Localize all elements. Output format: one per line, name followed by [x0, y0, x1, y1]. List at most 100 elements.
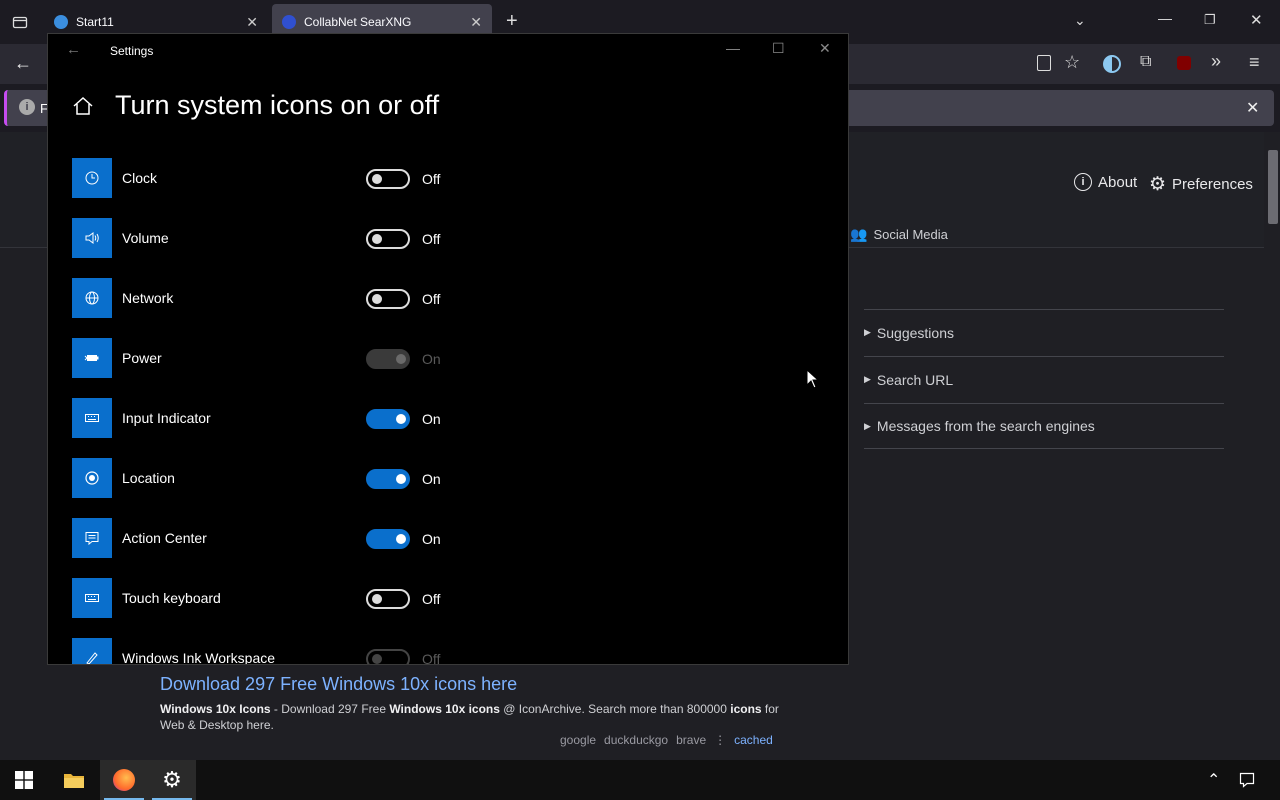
close-notification-icon[interactable]: ✕: [1246, 98, 1259, 118]
volume-toggle[interactable]: [366, 229, 410, 249]
result-title-link[interactable]: Download 297 Free Windows 10x icons here: [160, 674, 517, 695]
firefox-icon: [113, 769, 135, 791]
triangle-right-icon: ▶: [864, 420, 871, 431]
scrollbar-thumb[interactable]: [1268, 150, 1278, 224]
battery-icon: [72, 338, 112, 378]
engine-separator: ⋮: [714, 733, 727, 747]
info-icon: i: [19, 99, 35, 115]
tab-label: Start11: [76, 15, 114, 29]
minimize-icon[interactable]: —: [1158, 10, 1172, 26]
people-icon: 👥: [850, 226, 868, 242]
setting-label: Volume: [122, 230, 169, 246]
preferences-label: Preferences: [1172, 176, 1253, 193]
chevron-up-icon[interactable]: ⌃: [1207, 770, 1220, 790]
setting-label: Network: [122, 290, 174, 306]
searxng-icon: [282, 15, 296, 29]
about-link[interactable]: i About: [1074, 173, 1137, 191]
new-tab-icon[interactable]: +: [506, 10, 518, 33]
setting-item-volume: Volume Off: [72, 218, 832, 258]
extensions-icon[interactable]: ⧉: [1140, 53, 1151, 71]
toggle-state: Off: [422, 231, 441, 247]
page-title: Turn system icons on or off: [115, 90, 440, 120]
page-scrollbar[interactable]: [1264, 132, 1280, 760]
gear-icon: ⚙: [162, 767, 182, 792]
start-button[interactable]: [0, 760, 48, 800]
taskbar-settings[interactable]: ⚙: [148, 760, 196, 800]
setting-label: Clock: [122, 170, 158, 186]
setting-label: Power: [122, 350, 162, 366]
maximize-icon[interactable]: ☐: [772, 40, 785, 57]
bookmark-star-icon[interactable]: ☆: [1064, 52, 1080, 73]
network-toggle[interactable]: [366, 289, 410, 309]
notification-center-icon[interactable]: [1239, 772, 1255, 788]
clock-icon: [72, 158, 112, 198]
windows-ink-toggle[interactable]: [366, 649, 410, 664]
reader-view-icon[interactable]: [1037, 55, 1051, 71]
mouse-cursor-icon: [806, 369, 820, 389]
close-tab-icon[interactable]: ✕: [246, 14, 258, 31]
taskbar-firefox[interactable]: [100, 760, 148, 800]
toggle-state: On: [422, 351, 441, 367]
about-label: About: [1098, 173, 1138, 191]
details-suggestions[interactable]: ▶ Suggestions: [864, 309, 1224, 355]
window-title: Settings: [110, 44, 154, 58]
toggle-state: On: [422, 411, 441, 427]
taskbar: ⚙ ⌃: [0, 760, 1280, 800]
setting-item-clock: Clock Off: [72, 158, 832, 198]
globe-icon: [72, 278, 112, 318]
social-media-label: Social Media: [873, 227, 948, 242]
toggle-state: Off: [422, 171, 441, 187]
back-arrow-icon[interactable]: ←: [66, 41, 81, 58]
action-center-toggle[interactable]: [366, 529, 410, 549]
engine-label: duckduckgo: [604, 733, 669, 747]
back-icon[interactable]: ←: [14, 53, 32, 74]
close-window-icon[interactable]: ✕: [819, 40, 831, 57]
ublock-icon[interactable]: [1177, 56, 1191, 70]
setting-label: Action Center: [122, 530, 207, 546]
close-tab-icon[interactable]: ✕: [470, 14, 482, 31]
toggle-state: On: [422, 471, 441, 487]
minimize-icon[interactable]: —: [726, 40, 740, 56]
menu-icon[interactable]: ≡: [1249, 52, 1260, 73]
settings-window: ← Settings — ☐ ✕ Turn system icons on or…: [47, 33, 849, 665]
dark-reader-icon[interactable]: [1103, 55, 1121, 73]
toggle-state: Off: [422, 651, 441, 664]
setting-label: Windows Ink Workspace: [122, 650, 276, 664]
toggle-state: On: [422, 531, 441, 547]
start11-icon: [54, 15, 68, 29]
setting-item-location: Location On: [72, 458, 832, 498]
details-label: Search URL: [876, 371, 954, 388]
clock-toggle[interactable]: [366, 169, 410, 189]
power-toggle[interactable]: [366, 349, 410, 369]
tab-list-icon[interactable]: [12, 14, 28, 30]
details-label: Messages from the search engines: [876, 418, 1095, 434]
details-messages[interactable]: ▶ Messages from the search engines: [864, 403, 1224, 449]
details-search-url[interactable]: ▶ Search URL: [864, 356, 1224, 402]
touch-keyboard-toggle[interactable]: [366, 589, 410, 609]
info-circle-icon: i: [1074, 173, 1092, 191]
engine-label: google: [560, 733, 597, 747]
chevron-down-icon[interactable]: ⌄: [1074, 12, 1086, 29]
setting-item-input-indicator: Input Indicator On: [72, 398, 832, 438]
volume-icon: [72, 218, 112, 258]
windows-logo-icon: [15, 771, 33, 789]
toggle-state: Off: [422, 291, 441, 307]
result-description: Windows 10x Icons - Download 297 Free Wi…: [160, 702, 779, 732]
action-center-icon: [72, 518, 112, 558]
overflow-icon[interactable]: »: [1211, 51, 1221, 72]
preferences-link[interactable]: ⚙ Preferences: [1149, 173, 1253, 196]
triangle-right-icon: ▶: [864, 374, 871, 384]
category-social-media[interactable]: 👥 Social Media: [850, 226, 948, 243]
close-window-icon[interactable]: ✕: [1250, 11, 1263, 29]
setting-label: Input Indicator: [122, 410, 211, 426]
setting-label: Touch keyboard: [122, 590, 221, 606]
tab-label: CollabNet SearXNG: [304, 15, 412, 29]
location-toggle[interactable]: [366, 469, 410, 489]
setting-item-windows-ink: Windows Ink Workspace Off: [72, 638, 832, 664]
input-indicator-toggle[interactable]: [366, 409, 410, 429]
cached-link[interactable]: cached: [734, 733, 773, 747]
triangle-right-icon: ▶: [864, 327, 871, 337]
restore-icon[interactable]: ❐: [1204, 12, 1216, 28]
home-icon[interactable]: [72, 96, 94, 116]
taskbar-file-explorer[interactable]: [50, 760, 98, 800]
